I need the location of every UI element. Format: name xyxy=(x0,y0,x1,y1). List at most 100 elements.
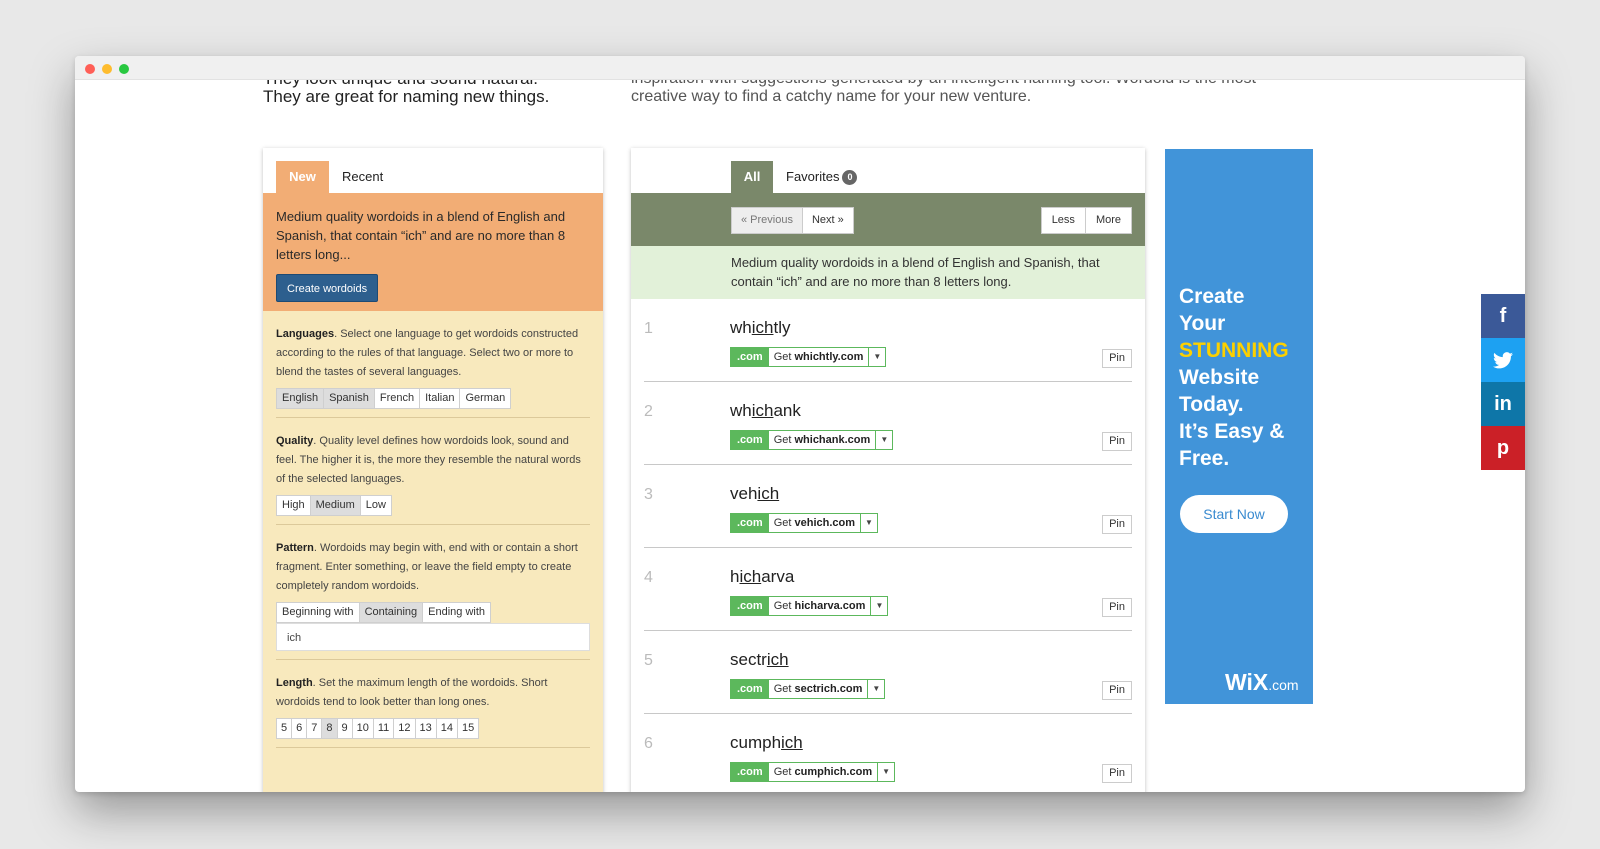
domain-button-group: .com Get whichtly.com ▼ xyxy=(730,347,887,367)
word-number: 6 xyxy=(644,735,653,752)
pin-button[interactable]: Pin xyxy=(1102,681,1132,700)
intro-right: inspiration with suggestions generated b… xyxy=(631,80,1321,106)
wix-ad[interactable]: Create Your STUNNING Website Today. It’s… xyxy=(1165,149,1313,704)
ad-line: Create xyxy=(1179,285,1245,308)
length-option[interactable]: 15 xyxy=(458,719,478,738)
length-option[interactable]: 6 xyxy=(292,719,308,738)
length-option[interactable]: 5 xyxy=(277,719,293,738)
pattern-input[interactable]: ich xyxy=(276,623,590,651)
results-panel: All Favorites 0 « Previous Next » Less Mo… xyxy=(631,148,1145,792)
favorites-count-badge: 0 xyxy=(842,170,858,185)
chevron-down-icon[interactable]: ▼ xyxy=(869,348,885,366)
get-domain-button[interactable]: Get vehich.com xyxy=(769,514,862,532)
create-wordoids-button[interactable]: Create wordoids xyxy=(276,274,379,302)
get-domain-button[interactable]: Get sectrich.com xyxy=(769,680,869,698)
wordoid-prefix: veh xyxy=(730,484,758,503)
generator-summary: Medium quality wordoids in a blend of En… xyxy=(276,209,566,262)
ad-line: It’s Easy & xyxy=(1179,420,1285,443)
wordoid-prefix: cumph xyxy=(730,733,782,752)
length-option[interactable]: 13 xyxy=(416,719,437,738)
wordoid-prefix: wh xyxy=(730,401,752,420)
length-option[interactable]: 14 xyxy=(437,719,459,738)
domain-button-group: .com Get vehich.com ▼ xyxy=(730,513,879,533)
pin-button[interactable]: Pin xyxy=(1102,432,1132,451)
generator-panel: New Recent Medium quality wordoids in a … xyxy=(263,148,603,792)
language-english[interactable]: English xyxy=(277,389,325,408)
less-button[interactable]: Less xyxy=(1042,208,1086,233)
get-label: Get xyxy=(773,600,792,612)
minimize-dot[interactable] xyxy=(102,64,112,74)
length-option[interactable]: 12 xyxy=(394,719,416,738)
facebook-icon[interactable]: f xyxy=(1481,294,1525,338)
get-label: Get xyxy=(773,517,792,529)
wordoid: vehich xyxy=(730,484,779,504)
more-button[interactable]: More xyxy=(1086,208,1131,233)
language-italian[interactable]: Italian xyxy=(420,389,461,408)
length-option[interactable]: 7 xyxy=(307,719,323,738)
pattern-ending[interactable]: Ending with xyxy=(423,603,490,622)
pin-button[interactable]: Pin xyxy=(1102,764,1132,783)
chevron-down-icon[interactable]: ▼ xyxy=(878,763,894,781)
wordoid-match: ich xyxy=(751,318,774,337)
generator-summary-box: Medium quality wordoids in a blend of En… xyxy=(263,193,603,311)
word-number: 1 xyxy=(644,320,653,337)
favorites-label: Favorites xyxy=(786,169,840,184)
length-option[interactable]: 10 xyxy=(353,719,374,738)
length-section: Length. Set the maximum length of the wo… xyxy=(263,660,603,739)
wix-logo-text: WiX xyxy=(1225,669,1269,695)
pattern-containing[interactable]: Containing xyxy=(359,603,424,622)
length-group: 5 6 7 8 9 10 11 12 13 14 15 xyxy=(276,718,480,739)
chevron-down-icon[interactable]: ▼ xyxy=(871,597,887,615)
intro-right-line1: inspiration with suggestions generated b… xyxy=(631,80,1321,88)
get-domain-button[interactable]: Get whichank.com xyxy=(769,431,877,449)
word-item: 1 whichtly .com Get whichtly.com ▼ Pin xyxy=(644,299,1132,382)
previous-button[interactable]: « Previous xyxy=(732,208,803,233)
get-domain-button[interactable]: Get whichtly.com xyxy=(769,348,870,366)
tab-all[interactable]: All xyxy=(731,161,773,193)
language-german[interactable]: German xyxy=(460,389,510,408)
quality-low[interactable]: Low xyxy=(361,496,391,515)
get-domain-button[interactable]: Get cumphich.com xyxy=(769,763,879,781)
chevron-down-icon[interactable]: ▼ xyxy=(876,431,892,449)
language-spanish[interactable]: Spanish xyxy=(324,389,375,408)
word-item: 5 sectrich .com Get sectrich.com ▼ Pin xyxy=(644,631,1132,714)
intro-right-line2: creative way to find a catchy name for y… xyxy=(631,88,1032,105)
get-domain-button[interactable]: Get hicharva.com xyxy=(769,597,872,615)
tab-favorites[interactable]: Favorites 0 xyxy=(786,161,858,193)
length-option[interactable]: 11 xyxy=(374,719,395,738)
tab-new[interactable]: New xyxy=(276,161,329,193)
length-option[interactable]: 9 xyxy=(338,719,353,738)
length-option-selected[interactable]: 8 xyxy=(322,719,338,738)
wordoid: whichtly xyxy=(730,318,790,338)
twitter-bird-icon xyxy=(1493,351,1513,368)
domain-button-group: .com Get hicharva.com ▼ xyxy=(730,596,889,616)
quality-desc: . Quality level defines how wordoids loo… xyxy=(276,435,581,485)
linkedin-icon[interactable]: in xyxy=(1481,382,1525,426)
ad-start-now-button[interactable]: Start Now xyxy=(1180,495,1288,533)
chevron-down-icon[interactable]: ▼ xyxy=(868,680,884,698)
pattern-beginning[interactable]: Beginning with xyxy=(277,603,360,622)
intro-left: They look unique and sound natural. They… xyxy=(263,80,549,106)
next-button[interactable]: Next » xyxy=(803,208,853,233)
language-french[interactable]: French xyxy=(375,389,421,408)
pinterest-icon[interactable]: p xyxy=(1481,426,1525,470)
wordoid-prefix: wh xyxy=(730,318,752,337)
quality-medium[interactable]: Medium xyxy=(310,496,361,515)
domain-name: hicharva.com xyxy=(794,600,866,612)
pattern-title: Pattern xyxy=(276,542,314,554)
quality-high[interactable]: High xyxy=(277,496,311,515)
divider xyxy=(276,747,590,748)
close-dot[interactable] xyxy=(85,64,95,74)
pin-button[interactable]: Pin xyxy=(1102,598,1132,617)
wordoid-match: ich xyxy=(751,401,774,420)
twitter-icon[interactable] xyxy=(1481,338,1525,382)
wordoid-suffix: arva xyxy=(761,567,795,586)
maximize-dot[interactable] xyxy=(119,64,129,74)
tab-recent[interactable]: Recent xyxy=(342,161,383,193)
wix-logo-suffix: .com xyxy=(1268,677,1299,693)
pin-button[interactable]: Pin xyxy=(1102,349,1132,368)
domain-tld-badge: .com xyxy=(731,514,769,532)
word-item: 2 whichank .com Get whichank.com ▼ Pin xyxy=(644,382,1132,465)
chevron-down-icon[interactable]: ▼ xyxy=(861,514,877,532)
pin-button[interactable]: Pin xyxy=(1102,515,1132,534)
